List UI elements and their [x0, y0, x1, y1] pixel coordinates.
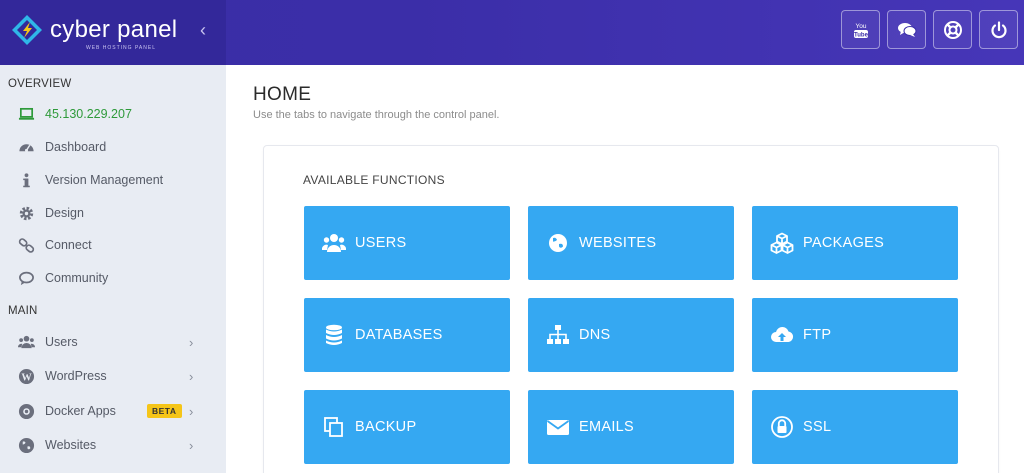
users-icon [321, 231, 347, 255]
sidebar-item-connect[interactable]: Connect [0, 230, 226, 260]
tile-emails[interactable]: EMAILS [528, 390, 734, 464]
wordpress-icon: W [18, 368, 35, 385]
comment-icon [18, 270, 35, 287]
panel-title: AVAILABLE FUNCTIONS [303, 173, 445, 187]
youtube-icon: You Tube [853, 23, 869, 38]
tile-label: WEBSITES [579, 235, 657, 251]
sidebar-item-label: 45.130.229.207 [45, 107, 132, 121]
svg-text:W: W [21, 372, 32, 383]
page-title: HOME [253, 84, 312, 105]
tile-dns[interactable]: DNS [528, 298, 734, 372]
sidebar: OVERVIEW 45.130.229.207 Dashboard Versio… [0, 65, 226, 473]
beta-badge: BETA [147, 404, 182, 418]
tile-label: FTP [803, 327, 832, 343]
brand-subtitle: WEB HOSTING PANEL [86, 45, 156, 51]
sidebar-item-label: Community [45, 271, 109, 285]
svg-text:You: You [855, 23, 866, 30]
section-title-overview: OVERVIEW [8, 78, 72, 90]
sidebar-item-ip-address[interactable]: 45.130.229.207 [0, 99, 226, 129]
sidebar-item-design[interactable]: Design [0, 198, 226, 228]
tile-label: EMAILS [579, 419, 634, 435]
cloud-upload-icon [769, 323, 795, 347]
tile-users[interactable]: USERS [304, 206, 510, 280]
sidebar-item-label: Connect [45, 238, 92, 252]
tile-label: USERS [355, 235, 407, 251]
tile-label: SSL [803, 419, 832, 435]
info-icon [18, 172, 35, 189]
section-title-main: MAIN [8, 305, 38, 317]
sidebar-item-users[interactable]: Users › [0, 327, 226, 357]
copy-icon [321, 415, 347, 439]
svg-text:Tube: Tube [854, 32, 869, 38]
docker-icon [18, 403, 35, 420]
sidebar-item-community[interactable]: Community [0, 263, 226, 293]
sidebar-item-docker-apps[interactable]: Docker Apps BETA › [0, 396, 226, 426]
sidebar-item-wordpress[interactable]: W WordPress › [0, 361, 226, 391]
sitemap-icon [545, 323, 571, 347]
users-icon [18, 334, 35, 351]
support-icon [943, 20, 962, 39]
header-actions: You Tube [841, 10, 1018, 49]
chevron-right-icon: › [189, 368, 194, 384]
database-icon [321, 323, 347, 347]
sidebar-item-websites[interactable]: Websites › [0, 430, 226, 460]
tile-label: DNS [579, 327, 611, 343]
cyberpanel-logo-icon [12, 15, 42, 45]
globe-icon [18, 437, 35, 454]
tile-label: BACKUP [355, 419, 417, 435]
top-header: cyber panel WEB HOSTING PANEL ‹ You Tube [0, 0, 1024, 65]
chevron-right-icon: › [189, 403, 194, 419]
sidebar-item-label: WordPress [45, 369, 107, 383]
tile-websites[interactable]: WEBSITES [528, 206, 734, 280]
sidebar-item-label: Users [45, 335, 78, 349]
chat-button[interactable] [887, 10, 926, 49]
laptop-icon [18, 106, 35, 123]
power-icon [990, 20, 1007, 38]
sidebar-item-version-management[interactable]: Version Management [0, 165, 226, 195]
cubes-icon [769, 231, 795, 255]
lock-icon [769, 415, 795, 439]
tile-ssl[interactable]: SSL [752, 390, 958, 464]
tile-packages[interactable]: PACKAGES [752, 206, 958, 280]
tile-label: PACKAGES [803, 235, 885, 251]
globe-icon [545, 231, 571, 255]
dashboard-icon [18, 139, 35, 156]
page-subtitle: Use the tabs to navigate through the con… [253, 109, 500, 121]
gear-icon [18, 205, 35, 222]
sidebar-item-label: Dashboard [45, 140, 107, 154]
envelope-icon [545, 415, 571, 439]
sidebar-item-dashboard[interactable]: Dashboard [0, 132, 226, 162]
sidebar-item-label: Design [45, 206, 84, 220]
sidebar-item-label: Version Management [45, 173, 164, 187]
sidebar-item-label: Websites [45, 438, 97, 452]
brand[interactable]: cyber panel WEB HOSTING PANEL ‹ [0, 0, 226, 65]
tile-backup[interactable]: BACKUP [304, 390, 510, 464]
youtube-button[interactable]: You Tube [841, 10, 880, 49]
sidebar-item-label: Docker Apps [45, 404, 116, 418]
sidebar-collapse-chevron-icon[interactable]: ‹ [200, 20, 206, 41]
chat-icon [897, 22, 916, 37]
link-icon [18, 237, 35, 254]
tile-ftp[interactable]: FTP [752, 298, 958, 372]
tile-label: DATABASES [355, 327, 443, 343]
brand-name: cyber panel [50, 16, 178, 43]
power-button[interactable] [979, 10, 1018, 49]
tile-databases[interactable]: DATABASES [304, 298, 510, 372]
chevron-right-icon: › [189, 334, 194, 350]
support-button[interactable] [933, 10, 972, 49]
chevron-right-icon: › [189, 437, 194, 453]
